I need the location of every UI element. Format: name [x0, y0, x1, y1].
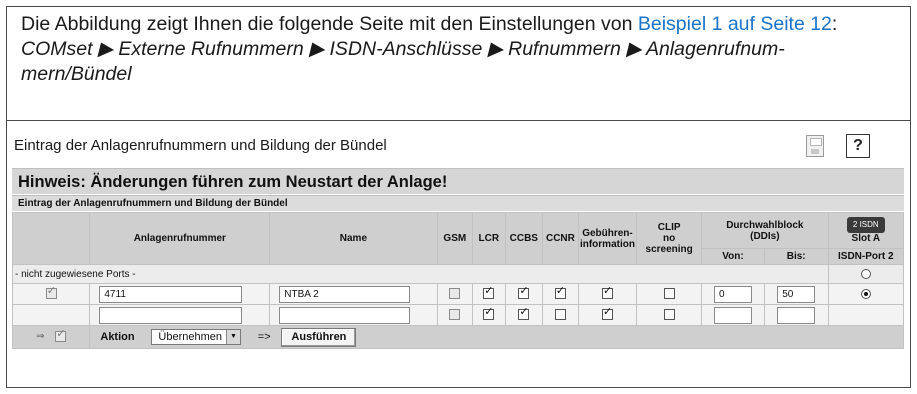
- header-ccbs: CCBS: [504, 212, 544, 265]
- bis-input[interactable]: [777, 306, 816, 324]
- intro-text-before: Die Abbildung zeigt Ihnen die folgende S…: [21, 13, 638, 35]
- port-radio[interactable]: [860, 288, 871, 299]
- header-number: Anlagenrufnummer: [89, 212, 271, 265]
- action-select-value: Übernehmen: [158, 331, 222, 343]
- header-gsm: GSM: [436, 212, 474, 265]
- menu-path-line1: COMset ▶ Externe Rufnummern ▶ ISDN-Ansch…: [21, 38, 785, 60]
- name-input[interactable]: NTBA 2: [279, 285, 411, 303]
- gsm-checkbox[interactable]: [449, 288, 461, 300]
- clip-checkbox[interactable]: [663, 288, 675, 300]
- action-controls: Aktion Übernehmen ▼ => Ausführen: [89, 325, 904, 349]
- not-assigned-row: - nicht zugewiesene Ports -: [12, 264, 905, 284]
- header-slot-label: Slot A: [851, 233, 881, 244]
- page-title: Eintrag der Anlagenrufnummern und Bildun…: [14, 137, 387, 154]
- select-all-arrow-icon[interactable]: ⇒: [36, 332, 44, 343]
- restart-warning: Hinweis: Änderungen führen zum Neustart …: [12, 168, 904, 194]
- ccbs-checkbox[interactable]: ✓: [518, 307, 530, 321]
- help-icon[interactable]: ?: [846, 134, 870, 158]
- header-von: Von:: [701, 248, 765, 265]
- select-all-checkbox[interactable]: ✓: [55, 329, 67, 343]
- gebuehren-checkbox[interactable]: ✓: [601, 307, 613, 321]
- number-input[interactable]: [99, 306, 243, 324]
- section-subheader: Eintrag der Anlagenrufnummern und Bildun…: [12, 195, 904, 211]
- lcr-cell: ✓: [472, 283, 506, 305]
- clip-cell: [636, 304, 703, 326]
- port-cell: [827, 283, 905, 305]
- gsm-checkbox[interactable]: [449, 309, 461, 321]
- header-clip: CLIP no screening: [636, 212, 703, 265]
- lcr-checkbox[interactable]: ✓: [483, 286, 495, 300]
- separator: [6, 120, 911, 121]
- header-clip-l1: CLIP: [657, 222, 681, 233]
- clip-checkbox[interactable]: [663, 309, 675, 321]
- action-icons-cell: ⇒ ✓: [11, 325, 91, 349]
- header-durchwahl-l2: (DDIs): [750, 230, 780, 242]
- isdn-card-icon: 2 ISDN: [846, 217, 885, 233]
- header-lcr: LCR: [472, 212, 506, 265]
- von-cell: [701, 304, 765, 326]
- header-durchwahl-l1: Durchwahlblock: [726, 219, 804, 231]
- header-gebuehren-l1: Gebühren-: [582, 227, 633, 239]
- von-input[interactable]: 0: [713, 285, 752, 303]
- example-link[interactable]: Beispiel 1 auf Seite 12: [638, 13, 832, 35]
- action-select[interactable]: Übernehmen ▼: [151, 329, 241, 345]
- ccbs-cell: ✓: [504, 304, 544, 326]
- number-table: Anlagenrufnummer Name GSM LCR CCBS CCNR …: [11, 212, 905, 349]
- bis-input[interactable]: 50: [777, 285, 816, 303]
- name-cell: NTBA 2: [269, 283, 438, 305]
- name-input[interactable]: [279, 306, 411, 324]
- menu-path-line2: mern/Bündel: [21, 63, 132, 85]
- port-cell-empty: [827, 304, 905, 326]
- table-row: ✓ 4711 NTBA 2 ✓ ✓ ✓ ✓ 0 50: [11, 283, 905, 305]
- ccbs-cell: ✓: [504, 283, 544, 305]
- gebuehren-cell: ✓: [577, 283, 638, 305]
- gsm-cell: [436, 304, 474, 326]
- gebuehren-checkbox[interactable]: ✓: [601, 286, 613, 300]
- header-durchwahl: Durchwahlblock (DDIs): [701, 212, 829, 249]
- row-select-cell-empty: [11, 304, 91, 326]
- bis-cell: [763, 304, 829, 326]
- header-ccnr: CCNR: [542, 212, 579, 265]
- not-assigned-label: - nicht zugewiesene Ports -: [12, 264, 829, 284]
- number-cell: 4711: [89, 283, 271, 305]
- row-select-cell: ✓: [11, 283, 91, 305]
- ccnr-checkbox[interactable]: [554, 309, 566, 321]
- von-cell: 0: [701, 283, 765, 305]
- header-gebuehren-l2: information: [579, 238, 635, 250]
- header-gebuehren: Gebühren- information: [577, 212, 638, 265]
- action-arrow: =>: [257, 330, 271, 343]
- header-clip-l3: screening: [645, 244, 693, 255]
- port-radio-unassigned[interactable]: [860, 268, 871, 279]
- bis-cell: 50: [763, 283, 829, 305]
- ccnr-cell: ✓: [542, 283, 579, 305]
- ccnr-cell: [542, 304, 579, 326]
- number-cell: [89, 304, 271, 326]
- von-input[interactable]: [713, 306, 752, 324]
- action-label: Aktion: [100, 330, 135, 343]
- gebuehren-cell: ✓: [577, 304, 638, 326]
- row-select-checkbox[interactable]: ✓: [45, 286, 57, 300]
- number-input[interactable]: 4711: [99, 285, 243, 303]
- intro-text: Die Abbildung zeigt Ihnen die folgende S…: [21, 12, 901, 87]
- header-select-column: [11, 212, 91, 265]
- action-row: ⇒ ✓ Aktion Übernehmen ▼ => Ausführen: [11, 325, 904, 349]
- ccbs-checkbox[interactable]: ✓: [518, 286, 530, 300]
- lcr-cell: ✓: [472, 304, 506, 326]
- execute-button[interactable]: Ausführen: [281, 327, 357, 347]
- table-row: ✓ ✓ ✓: [11, 304, 905, 326]
- header-port: ISDN-Port 2: [827, 248, 905, 265]
- lcr-checkbox[interactable]: ✓: [483, 307, 495, 321]
- not-assigned-port-radio-cell: [827, 264, 905, 284]
- ccnr-checkbox[interactable]: ✓: [554, 286, 566, 300]
- header-clip-l2: no: [663, 233, 676, 244]
- save-icon[interactable]: [806, 135, 824, 157]
- gsm-cell: [436, 283, 474, 305]
- header-slot: 2 ISDN Slot A: [827, 212, 905, 249]
- header-name: Name: [269, 212, 438, 265]
- clip-cell: [636, 283, 703, 305]
- intro-colon: :: [831, 13, 838, 35]
- header-bis: Bis:: [763, 248, 829, 265]
- chevron-down-icon: ▼: [225, 330, 240, 344]
- name-cell: [269, 304, 438, 326]
